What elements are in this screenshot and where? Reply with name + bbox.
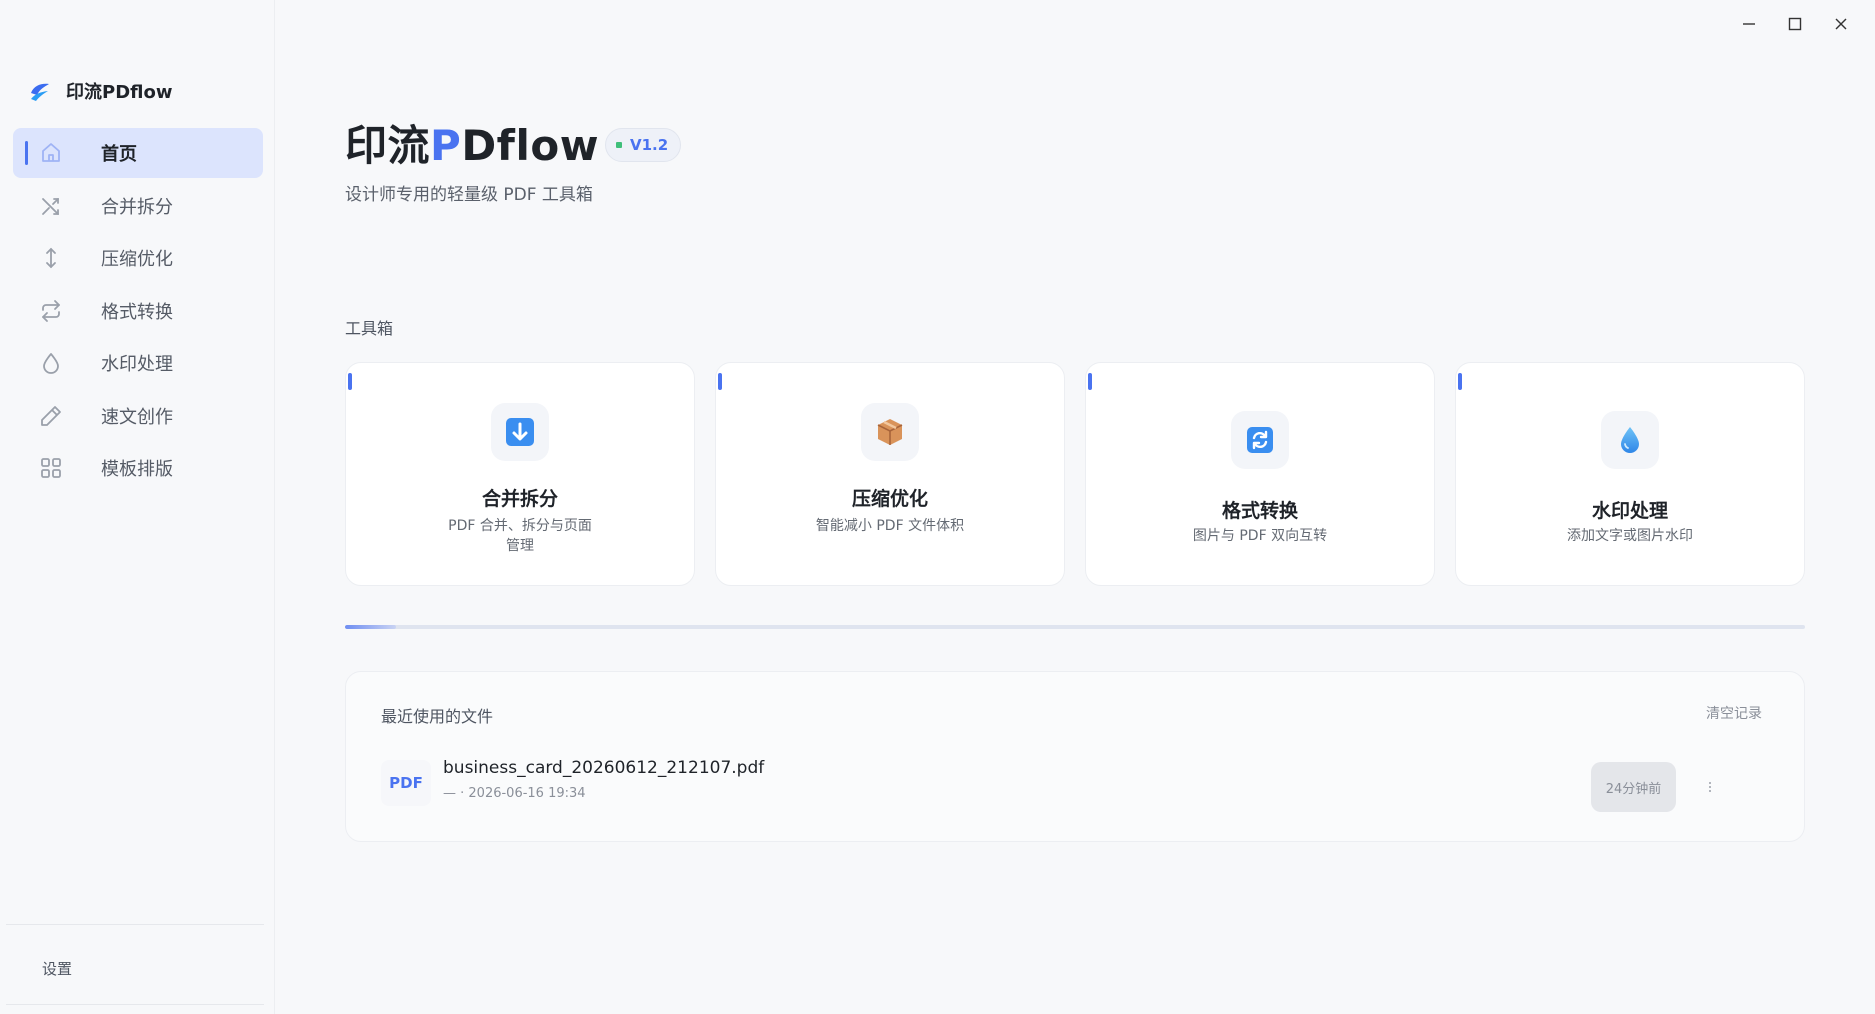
title-text: 印流PDflow: [345, 121, 599, 170]
recent-files-title: 最近使用的文件: [381, 707, 494, 726]
sidebar-item-watermark[interactable]: 水印处理: [13, 338, 263, 388]
sidebar-item-merge-split[interactable]: 合并拆分: [13, 181, 263, 231]
progress-bar: [345, 625, 1805, 629]
droplet-icon: [1601, 411, 1659, 469]
close-button[interactable]: [1819, 10, 1863, 38]
list-item[interactable]: PDF business_card_20260612_212107.pdf — …: [381, 752, 1769, 814]
version-badge: V1.2: [605, 127, 682, 162]
app-logo-icon: [31, 83, 49, 101]
card-title: 格式转换: [1221, 500, 1298, 522]
sidebar-divider: [6, 924, 264, 925]
sidebar-item-templates[interactable]: 模板排版: [13, 443, 263, 493]
download-arrow-icon: [491, 403, 549, 461]
card-accent: [1458, 373, 1462, 390]
sidebar-item-convert[interactable]: 格式转换: [13, 286, 263, 336]
vertical-arrows-icon: [39, 246, 63, 270]
card-accent: [718, 373, 722, 390]
package-icon: [861, 403, 919, 461]
tool-card-convert[interactable]: 格式转换 图片与 PDF 双向互转: [1085, 362, 1435, 586]
clear-history-button[interactable]: 清空记录: [1706, 703, 1762, 723]
repeat-icon: [39, 299, 63, 323]
close-icon: [1835, 18, 1847, 30]
status-dot: [616, 141, 622, 148]
file-meta: — · 2026-06-16 19:34: [443, 786, 586, 801]
sidebar-item-label: 格式转换: [101, 301, 173, 323]
sidebar-item-label: 速文创作: [101, 406, 173, 428]
sidebar-item-writing[interactable]: 速文创作: [13, 391, 263, 441]
app-window: 印流PDflow 首页 合并拆分 压缩优化 格式转换 水印处理 速文创作 模板排…: [0, 0, 1875, 1014]
toolbox-label: 工具箱: [345, 319, 394, 338]
card-title: 压缩优化: [851, 488, 928, 510]
sidebar-item-compress[interactable]: 压缩优化: [13, 233, 263, 283]
sidebar: 印流PDflow 首页 合并拆分 压缩优化 格式转换 水印处理 速文创作 模板排…: [0, 0, 275, 1014]
card-accent: [1088, 373, 1092, 390]
card-description: 添加文字或图片水印: [1567, 528, 1693, 544]
droplet-icon: [39, 351, 63, 375]
page-title: 印流PDflow V1.2: [345, 112, 682, 173]
card-description: PDF 合并、拆分与页面管理: [448, 518, 592, 554]
card-accent: [348, 373, 352, 390]
sidebar-item-home[interactable]: 首页: [13, 128, 263, 178]
page-subtitle: 设计师专用的轻量级 PDF 工具箱: [345, 185, 593, 205]
sidebar-divider: [6, 1004, 264, 1005]
pen-icon: [39, 404, 63, 428]
grid-icon: [39, 456, 63, 480]
main-content: 印流PDflow V1.2 设计师专用的轻量级 PDF 工具箱 工具箱 合并拆分…: [345, 0, 1805, 1014]
more-vertical-icon: [1709, 782, 1711, 792]
progress-fill: [345, 625, 397, 629]
sidebar-nav: 首页 合并拆分 压缩优化 格式转换 水印处理 速文创作 模板排版: [13, 128, 263, 496]
card-description: 图片与 PDF 双向互转: [1192, 528, 1328, 544]
home-icon: [39, 141, 63, 165]
refresh-icon: [1231, 411, 1289, 469]
sidebar-item-label: 首页: [101, 144, 137, 165]
tool-card-compress[interactable]: 压缩优化 智能减小 PDF 文件体积: [715, 362, 1065, 586]
sidebar-item-label: 合并拆分: [101, 196, 173, 218]
app-name: 印流PDflow: [66, 82, 173, 103]
tool-card-merge-split[interactable]: 合并拆分 PDF 合并、拆分与页面管理: [345, 362, 695, 586]
card-description: 智能减小 PDF 文件体积: [815, 518, 965, 534]
card-title: 水印处理: [1591, 500, 1668, 522]
tool-card-watermark[interactable]: 水印处理 添加文字或图片水印: [1455, 362, 1805, 586]
shuffle-icon: [39, 194, 63, 218]
file-name: business_card_20260612_212107.pdf: [443, 758, 765, 778]
sidebar-item-label: 水印处理: [101, 354, 173, 375]
recent-files-panel: 最近使用的文件 清空记录 PDF business_card_20260612_…: [345, 671, 1805, 842]
sidebar-item-label: 模板排版: [101, 459, 173, 480]
sidebar-item-label: 压缩优化: [101, 249, 173, 270]
settings-button[interactable]: 设置: [42, 958, 72, 979]
card-title: 合并拆分: [481, 488, 558, 510]
pdf-file-icon: PDF: [381, 760, 431, 806]
brand[interactable]: 印流PDflow: [28, 78, 172, 104]
time-ago-badge: 24分钟前: [1591, 762, 1676, 812]
version-label: V1.2: [630, 135, 669, 154]
toolbox-cards: 合并拆分 PDF 合并、拆分与页面管理 压缩优化 智能减小 PDF 文件体积 格…: [345, 362, 1805, 586]
more-options-button[interactable]: [1699, 768, 1721, 806]
